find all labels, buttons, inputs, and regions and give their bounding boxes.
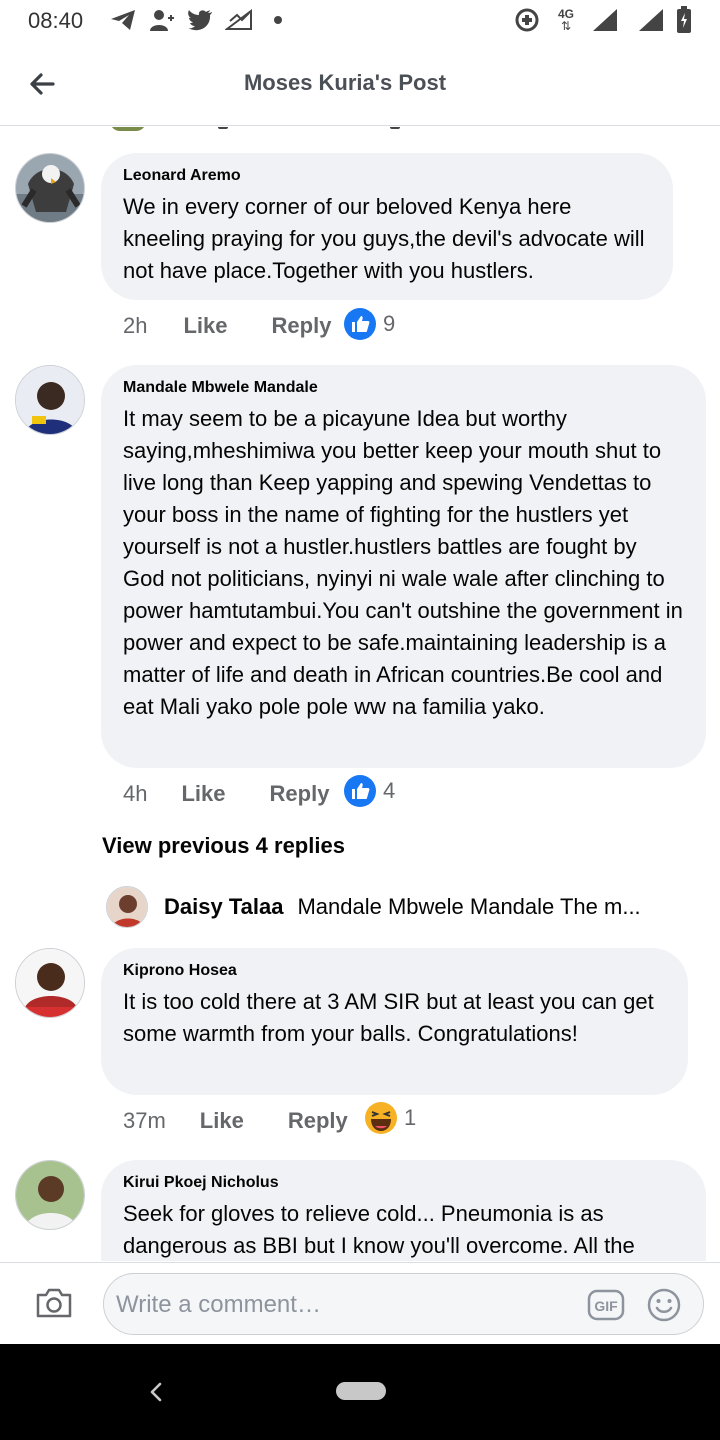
avatar[interactable] [15, 153, 85, 223]
avatar[interactable] [15, 948, 85, 1018]
camera-button[interactable] [32, 1283, 76, 1323]
nav-home-button[interactable] [336, 1382, 386, 1400]
view-previous-replies-link[interactable]: View previous 4 replies [102, 833, 345, 859]
reply-button[interactable]: Reply [270, 781, 330, 807]
haha-reaction-icon [365, 1102, 397, 1134]
page-title: Moses Kuria's Post [243, 70, 447, 95]
partial-avatar [110, 127, 146, 131]
battery-icon [674, 6, 694, 34]
reply-button[interactable]: Reply [288, 1108, 348, 1134]
avatar[interactable] [15, 1160, 85, 1230]
comment-actions: 2h Like Reply [123, 309, 331, 343]
avatar[interactable] [106, 886, 148, 928]
reply-button[interactable]: Reply [272, 313, 332, 339]
emoji-button[interactable] [645, 1286, 683, 1324]
reply-text: Mandale Mbwele Mandale The m... [297, 894, 641, 919]
comment-field[interactable]: GIF [103, 1273, 704, 1335]
post-header: Moses Kuria's Post [0, 44, 720, 126]
like-button[interactable]: Like [183, 313, 227, 339]
comment-author[interactable]: Mandale Mbwele Mandale [123, 379, 684, 397]
missed-signal-icon [224, 6, 254, 34]
status-time: 08:40 [28, 8, 84, 33]
comment-author[interactable]: Kiprono Hosea [123, 962, 666, 980]
comment-bubble[interactable]: Kiprono Hosea It is too cold there at 3 … [101, 948, 688, 1095]
signal-icon-2 [636, 6, 666, 34]
comment-input[interactable] [116, 1286, 566, 1324]
network-4g-icon: 4G ⇅ [557, 7, 574, 33]
reply-preview[interactable]: Daisy Talaa Mandale Mbwele Mandale The m… [106, 885, 641, 929]
comment-author[interactable]: Kirui Pkoej Nicholus [123, 1174, 684, 1192]
add-friend-icon [148, 6, 176, 34]
reaction-count: 1 [404, 1105, 417, 1130]
comment-author[interactable]: Leonard Aremo [123, 167, 651, 185]
comment-actions: 4h Like Reply [123, 777, 329, 811]
reaction-count: 4 [383, 778, 396, 803]
status-bar: 08:40 4G ⇅ [0, 0, 720, 44]
comment-text: We in every corner of our beloved Kenya … [123, 194, 645, 283]
like-button[interactable]: Like [200, 1108, 244, 1134]
gif-icon: GIF [587, 1289, 625, 1321]
signal-icon [590, 6, 620, 34]
dot-icon [270, 6, 286, 34]
comment-time[interactable]: 4h [123, 781, 147, 807]
like-button[interactable]: Like [181, 781, 225, 807]
comment-bubble[interactable]: Mandale Mbwele Mandale It may seem to be… [101, 365, 706, 768]
data-saver-icon [512, 6, 542, 34]
reaction-count: 9 [383, 311, 396, 336]
gif-button[interactable]: GIF [586, 1288, 626, 1322]
comment-bubble[interactable]: Leonard Aremo We in every corner of our … [101, 153, 673, 300]
reactions-summary[interactable]: 4 [343, 774, 395, 808]
comment-time[interactable]: 37m [123, 1108, 166, 1134]
emoji-icon [647, 1288, 681, 1322]
system-navigation-bar [0, 1344, 720, 1440]
comment-text: Seek for gloves to relieve cold... Pneum… [123, 1201, 635, 1258]
partial-text-fragment [390, 127, 400, 129]
reactions-summary[interactable]: 1 [364, 1101, 416, 1135]
reactions-summary[interactable]: 9 [343, 307, 395, 341]
gif-label: GIF [594, 1298, 618, 1314]
reply-author[interactable]: Daisy Talaa [164, 894, 283, 920]
comment-text: It is too cold there at 3 AM SIR but at … [123, 989, 654, 1046]
like-reaction-icon [344, 775, 376, 807]
comment-time[interactable]: 2h [123, 313, 147, 339]
like-reaction-icon [344, 308, 376, 340]
twitter-icon [186, 6, 214, 34]
comment-bubble[interactable]: Kirui Pkoej Nicholus Seek for gloves to … [101, 1160, 706, 1261]
comment-composer: GIF [0, 1262, 720, 1344]
partial-text-fragment [218, 127, 228, 129]
comments-feed[interactable]: Leonard Aremo We in every corner of our … [0, 127, 720, 1261]
telegram-icon [108, 6, 138, 34]
chevron-left-icon [150, 1382, 162, 1402]
comment-text: It may seem to be a picayune Idea but wo… [123, 406, 683, 719]
camera-icon [36, 1288, 72, 1318]
avatar[interactable] [15, 365, 85, 435]
comment-actions: 37m Like Reply [123, 1104, 348, 1138]
nav-back-button[interactable] [140, 1372, 172, 1412]
